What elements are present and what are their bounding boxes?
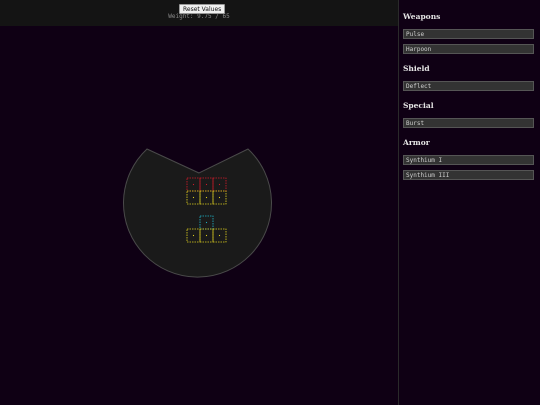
special-slot-1[interactable]: Burst — [403, 118, 534, 128]
weight-separator: / — [215, 13, 219, 20]
armor-module-core — [218, 234, 221, 237]
weapons-heading: Weapons — [403, 12, 441, 21]
special-heading: Special — [403, 101, 434, 110]
armor-module-core — [205, 196, 208, 199]
weapon-module-core — [218, 183, 221, 186]
shield-slot-1[interactable]: Deflect — [403, 81, 534, 91]
weapon-module-core — [205, 183, 208, 186]
armor-module-core — [192, 234, 195, 237]
armor-slot-2[interactable]: Synthium III — [403, 170, 534, 180]
shield-heading: Shield — [403, 64, 430, 73]
armor-module-core — [192, 196, 195, 199]
weight-label: Weight: — [168, 13, 194, 20]
loadout-panel: Weapons Pulse Harpoon Shield Deflect Spe… — [399, 0, 540, 405]
shield-module-core — [205, 221, 208, 224]
armor-slot-1[interactable]: Synthium I — [403, 155, 534, 165]
armor-heading: Armor — [403, 138, 430, 147]
weapon-slot-1[interactable]: Pulse — [403, 29, 534, 39]
armor-module-core — [205, 234, 208, 237]
armor-module-core — [218, 196, 221, 199]
weight-max: 65 — [222, 13, 230, 20]
weight-readout: Weight: 9.75 / 65 — [0, 13, 398, 21]
weapon-module-core — [192, 183, 195, 186]
game-viewport[interactable]: Reset Values Weight: 9.75 / 65 — [0, 0, 398, 405]
ship-hull — [123, 148, 272, 278]
weight-current: 9.75 — [197, 13, 212, 20]
weapon-slot-2[interactable]: Harpoon — [403, 44, 534, 54]
top-toolbar: Reset Values Weight: 9.75 / 65 — [0, 0, 398, 26]
ship-canvas — [123, 148, 272, 278]
